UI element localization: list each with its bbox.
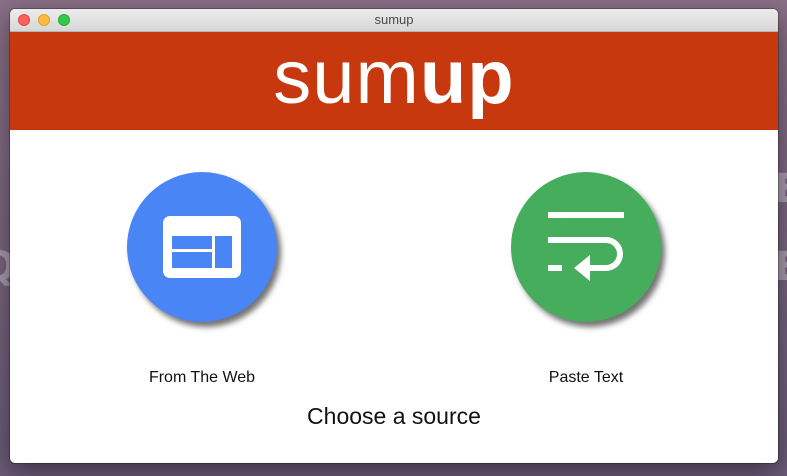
app-window: sumup sumup From The Web Paste Text Choo… — [10, 9, 778, 463]
header-banner: sumup — [10, 32, 778, 130]
window-title: sumup — [374, 12, 414, 27]
main-content: From The Web Paste Text Choose a source — [10, 130, 778, 463]
source-option-web[interactable]: From The Web — [77, 172, 327, 387]
source-option-paste[interactable]: Paste Text — [461, 172, 711, 387]
logo-light-text: sum — [273, 35, 420, 120]
title-bar[interactable]: sumup — [10, 9, 778, 32]
choose-source-prompt: Choose a source — [307, 403, 481, 429]
from-web-label: From The Web — [148, 369, 256, 386]
browser-window-icon — [163, 216, 241, 278]
paste-text-button[interactable] — [511, 172, 661, 322]
app-logo: sumup — [273, 40, 514, 116]
from-web-button[interactable] — [127, 172, 277, 322]
text-wrap-icon — [548, 212, 624, 281]
desktop-background: l Q E E sumup sumup — [0, 0, 787, 476]
paste-text-label: Paste Text — [548, 369, 624, 386]
logo-bold-text: up — [419, 35, 515, 120]
